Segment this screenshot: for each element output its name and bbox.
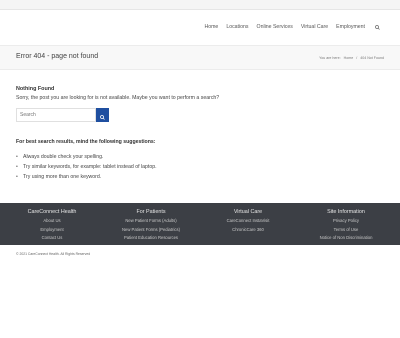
nav-employment[interactable]: Employment [336, 24, 365, 30]
search-tips: For best search results, mind the follow… [16, 139, 384, 182]
footer-column-virtual-care: Virtual Care CareConnect InstaVisit Chro… [198, 207, 298, 234]
nav-locations[interactable]: Locations [226, 24, 248, 30]
title-bar: Error 404 - page not found You are here:… [0, 46, 400, 70]
breadcrumb-current: 404 Not Found [360, 56, 384, 60]
list-item: Always double check your spelling. [16, 152, 384, 162]
search-icon [100, 108, 105, 123]
footer-link-terms[interactable]: Terms of Use [296, 226, 396, 235]
breadcrumb: You are here: Home / 404 Not Found [317, 56, 384, 60]
footer-link-non-discrimination[interactable]: Notice of Non Discrimination [296, 234, 396, 243]
breadcrumb-separator: / [356, 56, 358, 60]
footer-link-employment[interactable]: Employment [2, 226, 102, 235]
search-button[interactable] [96, 108, 109, 122]
tips-heading: For best search results, mind the follow… [16, 139, 156, 145]
search-icon[interactable] [375, 24, 380, 30]
page-title: Error 404 - page not found [16, 53, 99, 60]
nav-virtual-care[interactable]: Virtual Care [301, 24, 328, 30]
footer-column-site-info: Site Information Privacy Policy Terms of… [296, 207, 396, 243]
nav-online-services[interactable]: Online Services [257, 24, 293, 30]
main-nav: Home Locations Online Services Virtual C… [204, 24, 380, 30]
footer-link-instavisit[interactable]: CareConnect InstaVisit [198, 217, 298, 226]
footer-link-forms-adults[interactable]: New Patient Forms (Adults) [101, 217, 201, 226]
site-footer: CareConnect Health About Us Employment C… [0, 203, 400, 245]
breadcrumb-home[interactable]: Home [344, 56, 354, 60]
footer-column-patients: For Patients New Patient Forms (Adults) … [101, 207, 201, 243]
footer-column-title: Site Information [327, 209, 365, 215]
footer-column-title: Virtual Care [233, 209, 263, 215]
not-found-section: Nothing Found Sorry, the post you are lo… [16, 86, 384, 101]
footer-link-chroniccare[interactable]: ChronicCare 360 [198, 226, 298, 235]
footer-link-about-us[interactable]: About Us [2, 217, 102, 226]
not-found-heading: Nothing Found [16, 86, 55, 92]
list-item: Try similar keywords, for example: table… [16, 162, 384, 172]
footer-link-privacy[interactable]: Privacy Policy [296, 217, 396, 226]
footer-column-title: For Patients [136, 209, 166, 215]
footer-column-careconnect: CareConnect Health About Us Employment C… [2, 207, 102, 243]
footer-link-contact-us[interactable]: Contact Us [2, 234, 102, 243]
not-found-text: Sorry, the post you are looking for is n… [16, 95, 220, 101]
search-input[interactable] [16, 108, 96, 122]
tips-list: Always double check your spelling. Try s… [16, 152, 384, 182]
breadcrumb-prefix: You are here: [319, 56, 341, 60]
top-bar [0, 0, 400, 10]
footer-column-title: CareConnect Health [27, 209, 77, 215]
site-header: Home Locations Online Services Virtual C… [0, 10, 400, 46]
list-item: Try using more than one keyword. [16, 172, 384, 182]
footer-link-education[interactable]: Patient Education Resources [101, 234, 201, 243]
search-form [16, 108, 109, 122]
footer-link-forms-pediatrics[interactable]: New Patient Forms (Pediatrics) [101, 226, 201, 235]
nav-home[interactable]: Home [204, 24, 218, 30]
copyright: © 2021 CareConnect Health. All Rights Re… [16, 252, 91, 256]
